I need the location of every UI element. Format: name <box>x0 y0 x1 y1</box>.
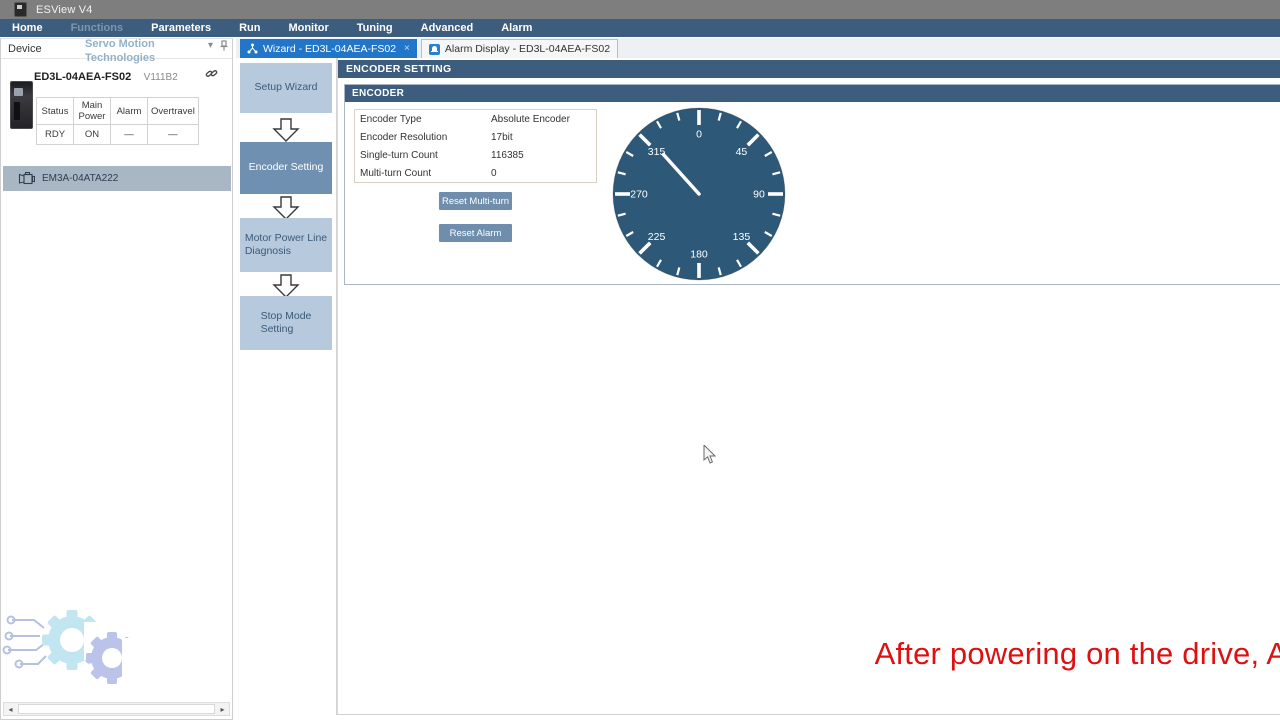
dial-label: 45 <box>736 146 748 158</box>
dial-label: 180 <box>690 249 708 261</box>
down-arrow-icon <box>272 196 300 220</box>
alarm-value: — <box>111 125 148 145</box>
dial-label: 90 <box>753 189 765 201</box>
page-title: ENCODER SETTING <box>338 60 1280 78</box>
window-title: ESView V4 <box>36 4 93 16</box>
encoder-groupbox: ENCODER Encoder Type Absolute Encoder En… <box>344 84 1280 285</box>
device-panel-hscrollbar[interactable]: ◂ ▸ <box>3 702 230 716</box>
status-table-header: Alarm <box>111 98 148 125</box>
overtravel-value: — <box>148 125 199 145</box>
reset-alarm-button[interactable]: Reset Alarm <box>439 224 512 242</box>
menu-functions: Functions <box>71 22 124 34</box>
status-table-header: Main Power <box>74 98 111 125</box>
status-value: RDY <box>37 125 74 145</box>
title-bar: ESView V4 <box>0 0 1280 19</box>
field-value: 116385 <box>491 150 524 161</box>
field-label: Encoder Resolution <box>355 132 491 143</box>
menu-parameters[interactable]: Parameters <box>151 22 211 34</box>
status-table-row: RDY ON — — <box>37 125 199 145</box>
encoder-resolution-row: Encoder Resolution 17bit <box>355 128 596 146</box>
encoder-type-row: Encoder Type Absolute Encoder <box>355 110 596 128</box>
servo-drive-image <box>10 81 33 129</box>
menu-tuning[interactable]: Tuning <box>357 22 393 34</box>
field-label: Single-turn Count <box>355 150 491 161</box>
dial-label: 270 <box>630 189 648 201</box>
wizard-step-panel: Setup Wizard Encoder Setting Motor Power… <box>236 58 337 715</box>
motor-list-item[interactable]: EM3A-04ATA222 <box>3 166 231 191</box>
multi-turn-count-row: Multi-turn Count 0 <box>355 164 596 182</box>
scroll-left-icon[interactable]: ◂ <box>4 703 17 715</box>
esview-window: ESView V4 Home Functions Parameters Run … <box>0 0 1280 720</box>
encoder-group-title: ENCODER <box>345 85 1280 102</box>
tab-label: Wizard - ED3L-04AEA-FS02 <box>263 43 396 55</box>
menu-bar: Home Functions Parameters Run Monitor Tu… <box>0 19 1280 37</box>
device-firmware: V111B2 <box>144 72 178 83</box>
main-power-value: ON <box>74 125 111 145</box>
status-table-header: Overtravel <box>148 98 199 125</box>
tab-wizard[interactable]: Wizard - ED3L-04AEA-FS02 × <box>240 39 417 58</box>
menu-home[interactable]: Home <box>12 22 43 34</box>
device-card[interactable]: ED3L-04AEA-FS02 V111B2 Status Main Power… <box>1 59 232 167</box>
field-label: Multi-turn Count <box>355 168 491 179</box>
status-table-header: Status <box>37 98 74 125</box>
step-setup-wizard[interactable]: Setup Wizard <box>240 63 332 113</box>
wizard-tab-icon <box>247 43 258 54</box>
reset-multiturn-button[interactable]: Reset Multi-turn <box>439 192 512 210</box>
scroll-right-icon[interactable]: ▸ <box>216 703 229 715</box>
encoder-dial: 04590135180225270315 <box>611 106 787 282</box>
scrollbar-thumb[interactable] <box>18 704 215 714</box>
field-label: Encoder Type <box>355 114 491 125</box>
servo-motion-logo <box>0 592 230 702</box>
encoder-setting-page: ENCODER SETTING ENCODER Encoder Type Abs… <box>337 58 1280 715</box>
device-panel-title: Device <box>8 43 42 55</box>
down-arrow-icon <box>272 274 300 298</box>
chevron-down-icon[interactable]: ▾ <box>208 40 213 51</box>
down-arrow-icon <box>272 118 300 142</box>
step-encoder-setting[interactable]: Encoder Setting <box>240 142 332 194</box>
dial-label: 0 <box>696 129 702 141</box>
alarm-tab-icon <box>429 44 440 55</box>
field-value: Absolute Encoder <box>491 114 570 125</box>
step-motor-power-line-diagnosis[interactable]: Motor Power Line Diagnosis <box>240 218 332 272</box>
gear-right-icon <box>86 632 152 684</box>
tab-label: Alarm Display - ED3L-04AEA-FS02 <box>445 43 610 55</box>
tab-alarm-display[interactable]: Alarm Display - ED3L-04AEA-FS02 <box>421 39 618 58</box>
document-tab-bar: Wizard - ED3L-04AEA-FS02 × Alarm Display… <box>236 38 1280 58</box>
app-icon <box>14 2 27 17</box>
dial-label: 225 <box>648 231 666 243</box>
menu-run[interactable]: Run <box>239 22 260 34</box>
dial-label: 135 <box>733 231 751 243</box>
device-status-table: Status Main Power Alarm Overtravel RDY O… <box>36 97 199 145</box>
connection-link-icon[interactable] <box>205 67 218 80</box>
encoder-info-box: Encoder Type Absolute Encoder Encoder Re… <box>354 109 597 183</box>
field-value: 0 <box>491 168 497 179</box>
device-model: ED3L-04AEA-FS02 <box>34 71 131 83</box>
single-turn-count-row: Single-turn Count 116385 <box>355 146 596 164</box>
mouse-cursor <box>703 445 717 465</box>
step-stop-mode-setting[interactable]: Stop Mode Setting <box>240 296 332 350</box>
motor-name: EM3A-04ATA222 <box>42 173 118 184</box>
menu-monitor[interactable]: Monitor <box>288 22 328 34</box>
watermark-text: Servo Motion Technologies <box>85 38 155 66</box>
menu-advanced[interactable]: Advanced <box>421 22 474 34</box>
motor-icon <box>17 172 35 185</box>
close-icon[interactable]: × <box>404 43 410 54</box>
menu-alarm[interactable]: Alarm <box>501 22 532 34</box>
pin-icon[interactable] <box>220 40 228 51</box>
field-value: 17bit <box>491 132 513 143</box>
annotation-text: After powering on the drive, A.47 gone. <box>675 636 1280 672</box>
